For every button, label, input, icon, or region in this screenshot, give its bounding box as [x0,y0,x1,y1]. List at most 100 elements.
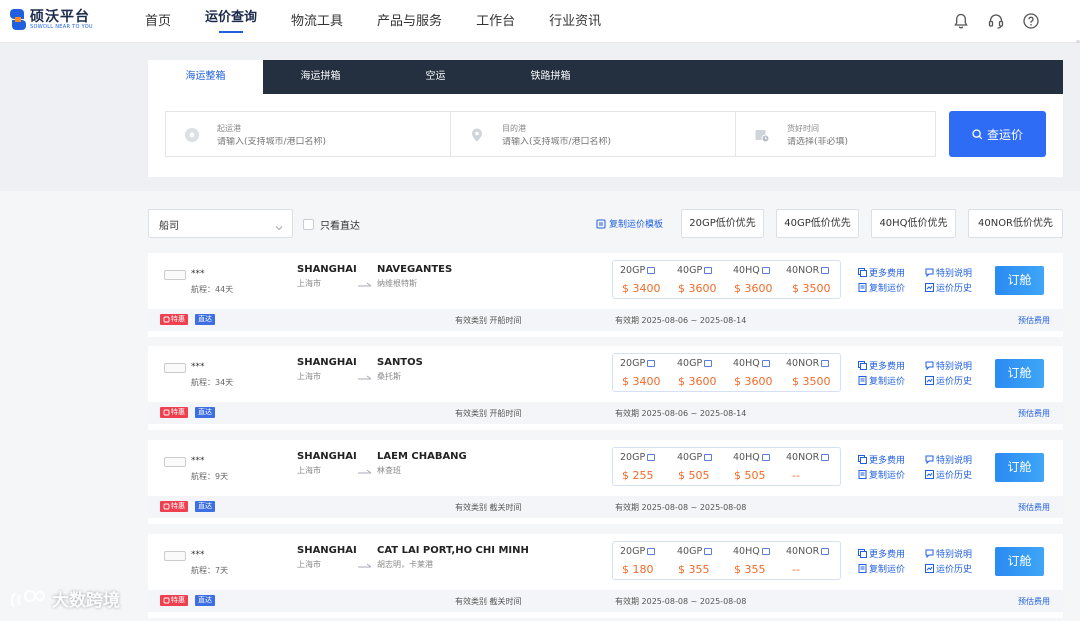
more-fees-link[interactable]: 更多费用 [858,266,905,279]
sort-40hq-button[interactable]: 40HQ低价优先 [871,209,956,238]
estimate-fee-link[interactable]: 预估费用 [1018,315,1050,326]
direct-only-filter[interactable]: 只看直达 [303,217,360,232]
estimate-fee-link[interactable]: 预估费用 [1018,502,1050,513]
tab-lcl[interactable]: 海运拼箱 [263,60,378,94]
pol-name-cn: 上海市 [297,466,321,475]
info-icon [647,360,656,367]
container-type-20gp[interactable]: 20GP [620,452,656,463]
info-icon [761,267,770,274]
container-type-40gp[interactable]: 40GP [677,452,713,463]
pol-name-cn: 上海市 [297,372,321,381]
tab-rail[interactable]: 铁路拼箱 [493,60,608,94]
copy-icon [858,564,867,573]
more-fees-link[interactable]: 更多费用 [858,453,905,466]
port-of-loading: SHANGHAI 上海市 [297,264,357,289]
carrier-logo [164,270,186,280]
more-fees-link[interactable]: 更多费用 [858,547,905,560]
carrier-select[interactable]: 船司 [148,209,293,238]
copy-template-link[interactable]: 复制运价模板 [596,217,663,230]
price-40hq: $ 3600 [734,282,773,295]
price-40nor: -- [792,563,800,576]
container-type-40nor[interactable]: 40NOR [786,358,830,369]
rate-history-link[interactable]: 运价历史 [925,374,972,387]
origin-field[interactable]: 起运港 [166,112,451,156]
help-icon[interactable] [1022,12,1040,30]
pod-name-cn: 纳维根特斯 [377,279,417,288]
search-icon [972,128,983,139]
container-type-40gp[interactable]: 40GP [677,265,713,276]
more-fees-link[interactable]: 更多费用 [858,359,905,372]
direct-only-checkbox[interactable] [303,219,314,230]
container-type-40gp[interactable]: 40GP [677,358,713,369]
special-note-link[interactable]: 特别说明 [925,359,972,372]
rate-card: *** 航程：9天 SHANGHAI 上海市 LAEM CHABANG 林查班 … [148,440,1063,524]
tab-air[interactable]: 空运 [378,60,493,94]
cargo-time-input[interactable] [787,137,907,147]
special-note-link[interactable]: 特别说明 [925,547,972,560]
container-type-40nor[interactable]: 40NOR [786,265,830,276]
copy-rate-link[interactable]: 复制运价 [858,281,905,294]
card-footer: 特惠 直达 有效类别 截关时间 有效期 2025-08-08 ~ 2025-08… [148,496,1063,518]
special-badge: 特惠 [160,595,188,606]
info-icon [647,454,656,461]
book-button[interactable]: 订舱 [995,453,1044,482]
book-button[interactable]: 订舱 [995,359,1044,388]
origin-input[interactable] [217,137,417,147]
tag-icon [163,503,170,510]
headset-icon[interactable] [987,12,1005,30]
card-footer: 特惠 直达 有效类别 截关时间 有效期 2025-08-08 ~ 2025-08… [148,590,1063,612]
rate-card: *** 航程：7天 SHANGHAI 上海市 CAT LAI PORT,HO C… [148,534,1063,618]
nav-industry-news[interactable]: 行业资讯 [549,0,601,43]
book-button[interactable]: 订舱 [995,547,1044,576]
rate-history-link[interactable]: 运价历史 [925,281,972,294]
top-nav: 硕沃平台 SOWOLL NEAR TO YOU 首页 运价查询 物流工具 产品与… [0,0,1080,43]
copy-rate-link[interactable]: 复制运价 [858,374,905,387]
container-type-40hq[interactable]: 40HQ [733,265,770,276]
brand-name: 硕沃平台 [30,8,90,25]
container-type-20gp[interactable]: 20GP [620,265,656,276]
container-type-40hq[interactable]: 40HQ [733,546,770,557]
carrier-name: *** [191,269,205,279]
container-type-40hq[interactable]: 40HQ [733,452,770,463]
container-type-20gp[interactable]: 20GP [620,546,656,557]
nav-rate-query[interactable]: 运价查询 [205,0,257,43]
rate-history-link[interactable]: 运价历史 [925,468,972,481]
copy-rate-link[interactable]: 复制运价 [858,468,905,481]
destination-field[interactable]: 目的港 [451,112,736,156]
special-note-link[interactable]: 特别说明 [925,266,972,279]
copy-rate-link[interactable]: 复制运价 [858,562,905,575]
watermark-logo-icon [10,589,45,608]
estimate-fee-link[interactable]: 预估费用 [1018,408,1050,419]
info-icon [647,548,656,555]
pod-name-cn: 桑托斯 [377,372,401,381]
container-type-40gp[interactable]: 40GP [677,546,713,557]
special-note-link[interactable]: 特别说明 [925,453,972,466]
bell-icon[interactable] [952,12,970,30]
search-button[interactable]: 查运价 [949,111,1046,157]
special-badge: 特惠 [160,501,188,512]
nav-workbench[interactable]: 工作台 [476,0,515,43]
container-type-40nor[interactable]: 40NOR [786,452,830,463]
sort-20gp-button[interactable]: 20GP低价优先 [681,209,764,238]
carrier-select-value: 船司 [159,221,179,232]
sort-40nor-button[interactable]: 40NOR低价优先 [968,209,1063,238]
price-40gp: $ 3600 [678,282,717,295]
nav-logistics-tools[interactable]: 物流工具 [291,0,343,43]
destination-input[interactable] [502,137,702,147]
tab-fcl[interactable]: 海运整箱 [148,60,263,94]
container-type-40hq[interactable]: 40HQ [733,358,770,369]
sort-40gp-button[interactable]: 40GP低价优先 [776,209,859,238]
brand-logo[interactable]: 硕沃平台 SOWOLL NEAR TO YOU [10,9,93,31]
pod-name-en: NAVEGANTES [377,264,453,275]
nav-home[interactable]: 首页 [145,0,171,43]
info-icon [704,360,713,367]
container-type-40nor[interactable]: 40NOR [786,546,830,557]
validity-period: 有效期 2025-08-06 ~ 2025-08-14 [615,316,747,325]
rate-history-link[interactable]: 运价历史 [925,562,972,575]
cargo-time-field[interactable]: 货好时间 [736,112,935,156]
nav-products-services[interactable]: 产品与服务 [377,0,442,43]
book-button[interactable]: 订舱 [995,266,1044,295]
estimate-fee-link[interactable]: 预估费用 [1018,596,1050,607]
container-type-20gp[interactable]: 20GP [620,358,656,369]
price-40hq: $ 3600 [734,375,773,388]
